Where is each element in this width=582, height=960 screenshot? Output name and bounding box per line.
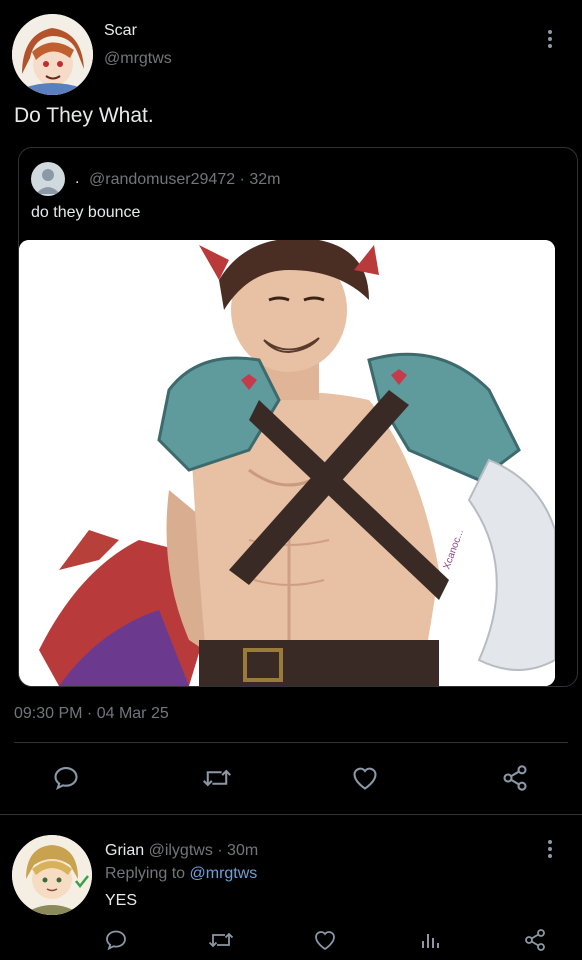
separator-dot: · xyxy=(235,171,250,188)
author-name[interactable]: Scar xyxy=(104,22,137,40)
views-icon xyxy=(422,934,439,948)
illustration-image: Xcanoc... xyxy=(19,240,555,686)
like-icon xyxy=(315,931,335,951)
reply-text: YES xyxy=(105,892,138,909)
reply-time: 30m xyxy=(227,842,259,859)
like-button[interactable] xyxy=(351,765,379,791)
separator-dot: · xyxy=(212,842,228,859)
retweet-icon xyxy=(202,769,232,787)
scar-avatar-image xyxy=(12,14,93,95)
author-avatar[interactable] xyxy=(12,14,93,95)
retweet-icon xyxy=(208,932,234,948)
replying-to-link[interactable]: @mrgtws xyxy=(190,865,258,882)
reply-views-button[interactable] xyxy=(418,928,442,952)
reply-more-options-icon[interactable] xyxy=(548,840,552,861)
reply-name[interactable]: Grian xyxy=(105,842,144,859)
reply-icon xyxy=(106,930,126,951)
quoted-image[interactable]: Xcanoc... xyxy=(19,240,555,686)
reply-avatar[interactable] xyxy=(12,835,92,915)
more-options-icon[interactable] xyxy=(548,30,552,51)
reply-retweet-button[interactable] xyxy=(208,928,234,952)
quoted-dot: . xyxy=(75,170,80,187)
quoted-avatar xyxy=(31,162,65,196)
reply-header: Grian @ilygtws · 30m xyxy=(105,842,258,860)
replying-to-label: Replying to xyxy=(105,865,186,882)
divider-top xyxy=(14,742,568,743)
default-user-icon xyxy=(36,169,60,194)
quoted-meta: @randomuser29472 · 32m xyxy=(89,171,280,189)
quoted-handle[interactable]: @randomuser29472 xyxy=(89,171,235,188)
reply-button[interactable] xyxy=(52,764,80,792)
tweet-timestamp: 09:30 PM · 04 Mar 25 xyxy=(14,705,169,722)
author-handle[interactable]: @mrgtws xyxy=(104,50,172,68)
share-button[interactable] xyxy=(500,764,530,792)
share-icon xyxy=(503,765,527,791)
divider-bottom xyxy=(0,814,582,815)
reply-icon xyxy=(54,767,78,790)
reply-like-button[interactable] xyxy=(313,929,337,951)
quoted-tweet[interactable]: . @randomuser29472 · 32m do they bounce xyxy=(18,147,578,687)
reply-reply-button[interactable] xyxy=(104,928,128,952)
like-icon xyxy=(353,767,377,790)
quoted-time: 32m xyxy=(249,171,281,188)
reply-handle[interactable]: @ilygtws xyxy=(149,842,213,859)
reply-share-button[interactable] xyxy=(523,928,547,952)
grian-avatar-image xyxy=(12,835,92,915)
tweet-text: Do They What. xyxy=(14,104,154,127)
retweet-button[interactable] xyxy=(202,764,232,792)
share-icon xyxy=(525,929,545,951)
quoted-text: do they bounce xyxy=(31,204,141,221)
replying-to-line: Replying to @mrgtws xyxy=(105,865,257,883)
